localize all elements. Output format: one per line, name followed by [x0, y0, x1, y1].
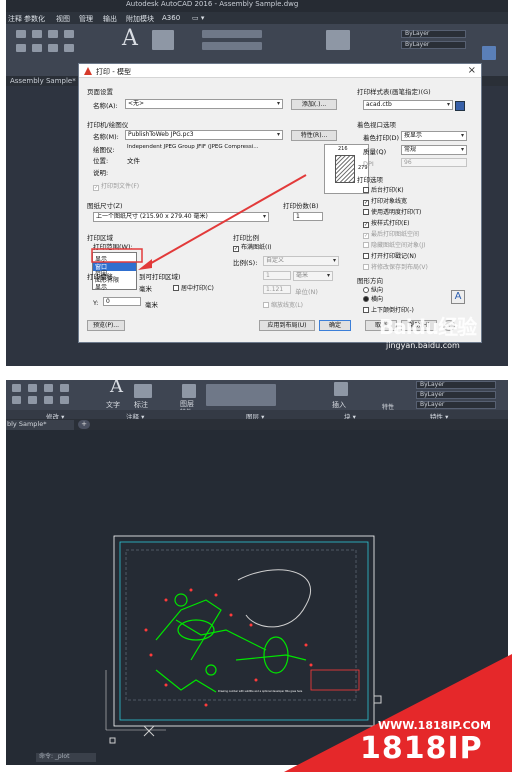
baidu-watermark: Baidu经验 — [379, 315, 477, 339]
ribbon-text-label[interactable]: 文字 — [106, 400, 120, 410]
array-icon[interactable] — [28, 384, 37, 392]
new-tab-icon[interactable]: + — [78, 420, 90, 429]
title-block-text: Drawing number with subtitle and a optio… — [218, 690, 303, 693]
join-icon[interactable] — [28, 396, 37, 404]
ribbon-insert-label[interactable]: 插入 — [332, 400, 346, 410]
command-line[interactable]: 命令: _plot — [36, 753, 96, 762]
ribbon-dim-label[interactable]: 标注 — [134, 400, 148, 410]
explode-icon[interactable] — [12, 396, 21, 404]
break-icon[interactable] — [44, 396, 53, 404]
drawing-tab[interactable]: bly Sample* — [6, 420, 74, 430]
insert-block-icon[interactable] — [334, 382, 348, 396]
text-icon[interactable]: A — [110, 380, 123, 397]
baidu-watermark-url: jingyan.baidu.com — [386, 341, 460, 350]
branding-logo: 1818IP — [360, 731, 483, 766]
offset-icon[interactable] — [44, 384, 53, 392]
layer-tools[interactable] — [206, 384, 276, 406]
modify-icon[interactable] — [12, 384, 21, 392]
layer-properties-icon[interactable] — [182, 384, 196, 398]
top-screenshot: Autodesk AutoCAD 2016 - Assembly Sample.… — [6, 0, 508, 366]
chamfer-icon[interactable] — [60, 396, 69, 404]
lineweight-bylayer[interactable]: ByLayer — [416, 401, 496, 409]
linetype-bylayer[interactable]: ByLayer — [416, 391, 496, 399]
erase-icon[interactable] — [60, 384, 69, 392]
dimension-icon[interactable] — [134, 384, 152, 398]
color-bylayer[interactable]: ByLayer — [416, 381, 496, 389]
